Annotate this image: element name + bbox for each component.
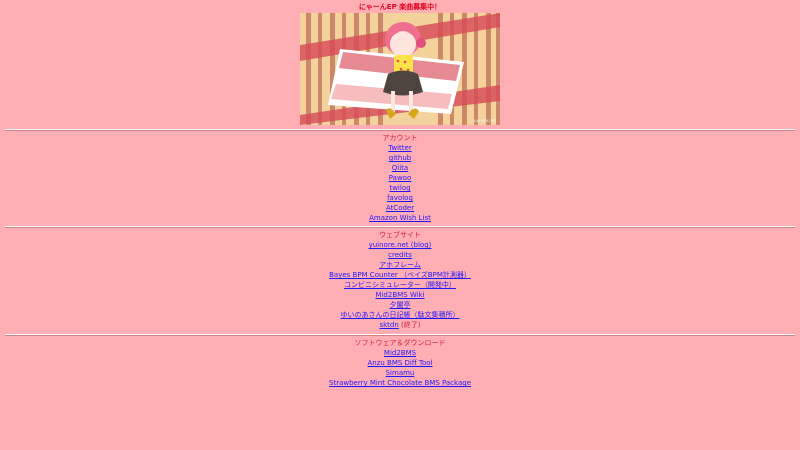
section-title: ウェブサイト [379,231,421,239]
link-row: favolog [0,193,800,203]
diary-link[interactable]: ゆいのあさんの日記帳（駄文集積所） [341,311,460,319]
qiita-link[interactable]: Qiita [392,164,408,172]
hero-watermark: vuinore.net [473,118,496,123]
simamu-link[interactable]: Simamu [386,369,415,377]
convenience-store-simulator-link[interactable]: コンビニシミュレーター（開発中） [344,281,456,289]
websites-section: ウェブサイト yuinore.net (blog) credits アホフレーム… [0,230,800,330]
aho-frame-link[interactable]: アホフレーム [379,261,421,269]
link-row: sktdn (終了) [0,320,800,330]
blog-link[interactable]: yuinore.net (blog) [369,241,432,249]
link-row: Twitter [0,143,800,153]
section-divider [5,129,795,131]
link-row: github [0,153,800,163]
twitter-link[interactable]: Twitter [388,144,411,152]
credits-link[interactable]: credits [388,251,412,259]
ended-note: (終了) [401,321,421,329]
link-row: Anzu BMS Diff Tool [0,358,800,368]
hero-illustration: vuinore.net [300,13,500,125]
link-row: Bayes BPM Counter （ベイズBPM計測器） [0,270,800,280]
link-row: Mid2BMS Wiki [0,290,800,300]
link-row: credits [0,250,800,260]
page: にゃーんEP 楽曲募集中！ vuinore.net アカウント Twitter … [0,0,800,450]
link-row: AtCoder [0,203,800,213]
section-title: アカウント [382,134,418,142]
twilog-link[interactable]: twilog [389,184,410,192]
link-row: Pawoo [0,173,800,183]
link-row: コンビニシミュレーター（開発中） [0,280,800,290]
link-row: Strawberry Mint Chocolate BMS Package [0,378,800,388]
sktdn-link[interactable]: sktdn [379,321,398,329]
yuyamitei-link[interactable]: 夕闇亭 [390,301,411,309]
link-row: アホフレーム [0,260,800,270]
hero-artwork [300,13,500,125]
section-divider [5,334,795,336]
recruiting-banner: にゃーんEP 楽曲募集中！ [358,3,442,11]
link-row: 夕闇亭 [0,300,800,310]
software-section: ソフトウェア＆ダウンロード Mid2BMS Anzu BMS Diff Tool… [0,338,800,388]
section-title: ソフトウェア＆ダウンロード [354,339,446,347]
link-row: Simamu [0,368,800,378]
link-row: yuinore.net (blog) [0,240,800,250]
github-link[interactable]: github [389,154,411,162]
atcoder-link[interactable]: AtCoder [386,204,414,212]
link-row: Qiita [0,163,800,173]
link-row: twilog [0,183,800,193]
strawberry-mint-chocolate-link[interactable]: Strawberry Mint Chocolate BMS Package [329,379,471,387]
bayes-bpm-counter-link[interactable]: Bayes BPM Counter （ベイズBPM計測器） [329,271,471,279]
section-divider [5,226,795,228]
anzu-bms-diff-tool-link[interactable]: Anzu BMS Diff Tool [367,359,432,367]
link-row: ゆいのあさんの日記帳（駄文集積所） [0,310,800,320]
link-row: Mid2BMS [0,348,800,358]
amazon-wish-list-link[interactable]: Amazon Wish List [369,214,431,222]
pawoo-link[interactable]: Pawoo [389,174,412,182]
mid2bms-link[interactable]: Mid2BMS [384,349,416,357]
mid2bms-wiki-link[interactable]: Mid2BMS Wiki [375,291,424,299]
link-row: Amazon Wish List [0,213,800,223]
favolog-link[interactable]: favolog [387,194,413,202]
accounts-section: アカウント Twitter github Qiita Pawoo twilog … [0,133,800,223]
